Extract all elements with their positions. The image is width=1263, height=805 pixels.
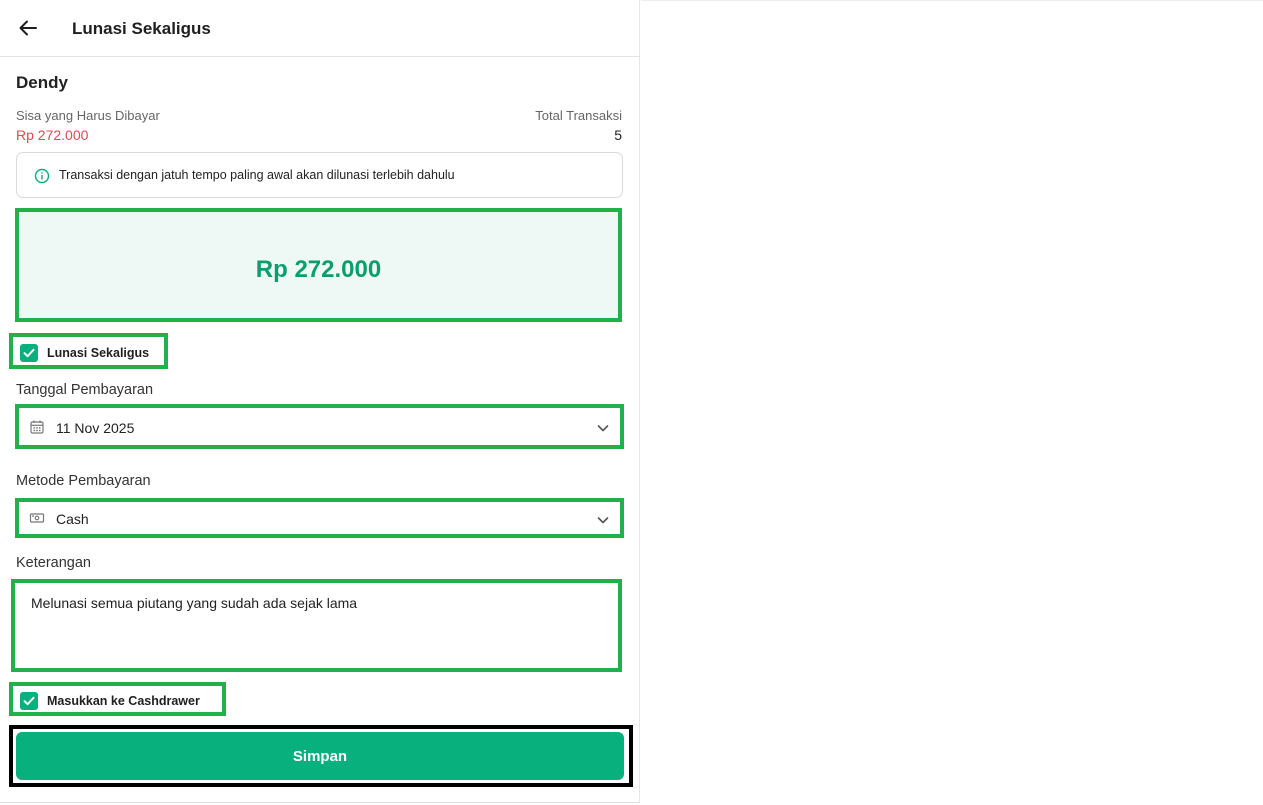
lunasi-sekaligus-checkbox[interactable]: Lunasi Sekaligus	[9, 333, 168, 369]
notes-value: Melunasi semua piutang yang sudah ada se…	[31, 595, 358, 611]
amount-input[interactable]: Rp 272.000	[15, 208, 622, 322]
total-transactions-label: Total Transaksi	[535, 108, 622, 123]
header-bar: Lunasi Sekaligus	[0, 0, 639, 57]
notes-label: Keterangan	[16, 555, 91, 571]
calendar-icon	[30, 420, 44, 434]
cash-icon	[29, 513, 45, 523]
checkbox-label: Lunasi Sekaligus	[47, 346, 150, 360]
remaining-value: Rp 272.000	[16, 127, 89, 143]
checkmark-icon	[23, 348, 35, 358]
customer-name: Dendy	[16, 73, 68, 92]
info-banner: Transaksi dengan jatuh tempo paling awal…	[16, 152, 623, 198]
payment-date-value: 11 Nov 2025	[56, 420, 135, 436]
payment-method-value: Cash	[56, 511, 89, 527]
payment-date-select[interactable]: 11 Nov 2025	[15, 404, 624, 449]
info-text: Transaksi dengan jatuh tempo paling awal…	[59, 168, 455, 182]
checkbox-label: Masukkan ke Cashdrawer	[47, 694, 200, 708]
amount-value: Rp 272.000	[255, 256, 382, 283]
cashdrawer-checkbox[interactable]: Masukkan ke Cashdrawer	[9, 682, 226, 716]
total-transactions-value: 5	[614, 127, 622, 143]
save-button[interactable]: Simpan	[16, 732, 624, 780]
info-icon	[34, 168, 50, 184]
back-button[interactable]	[16, 16, 40, 40]
checkbox-box[interactable]	[20, 344, 38, 362]
divider	[641, 0, 1263, 1]
chevron-down-icon	[597, 517, 609, 524]
checkbox-box[interactable]	[20, 692, 38, 710]
payment-method-select[interactable]: Cash	[15, 498, 624, 538]
checkmark-icon	[23, 696, 35, 706]
chevron-down-icon	[597, 425, 609, 432]
page-title: Lunasi Sekaligus	[72, 19, 211, 38]
arrow-left-icon	[19, 20, 37, 36]
remaining-label: Sisa yang Harus Dibayar	[16, 108, 160, 123]
save-button-frame: Simpan	[9, 725, 633, 787]
payment-method-label: Metode Pembayaran	[16, 473, 151, 489]
payment-panel: Lunasi Sekaligus Dendy Sisa yang Harus D…	[0, 0, 640, 803]
notes-textarea[interactable]: Melunasi semua piutang yang sudah ada se…	[11, 579, 622, 672]
payment-date-label: Tanggal Pembayaran	[16, 382, 154, 398]
